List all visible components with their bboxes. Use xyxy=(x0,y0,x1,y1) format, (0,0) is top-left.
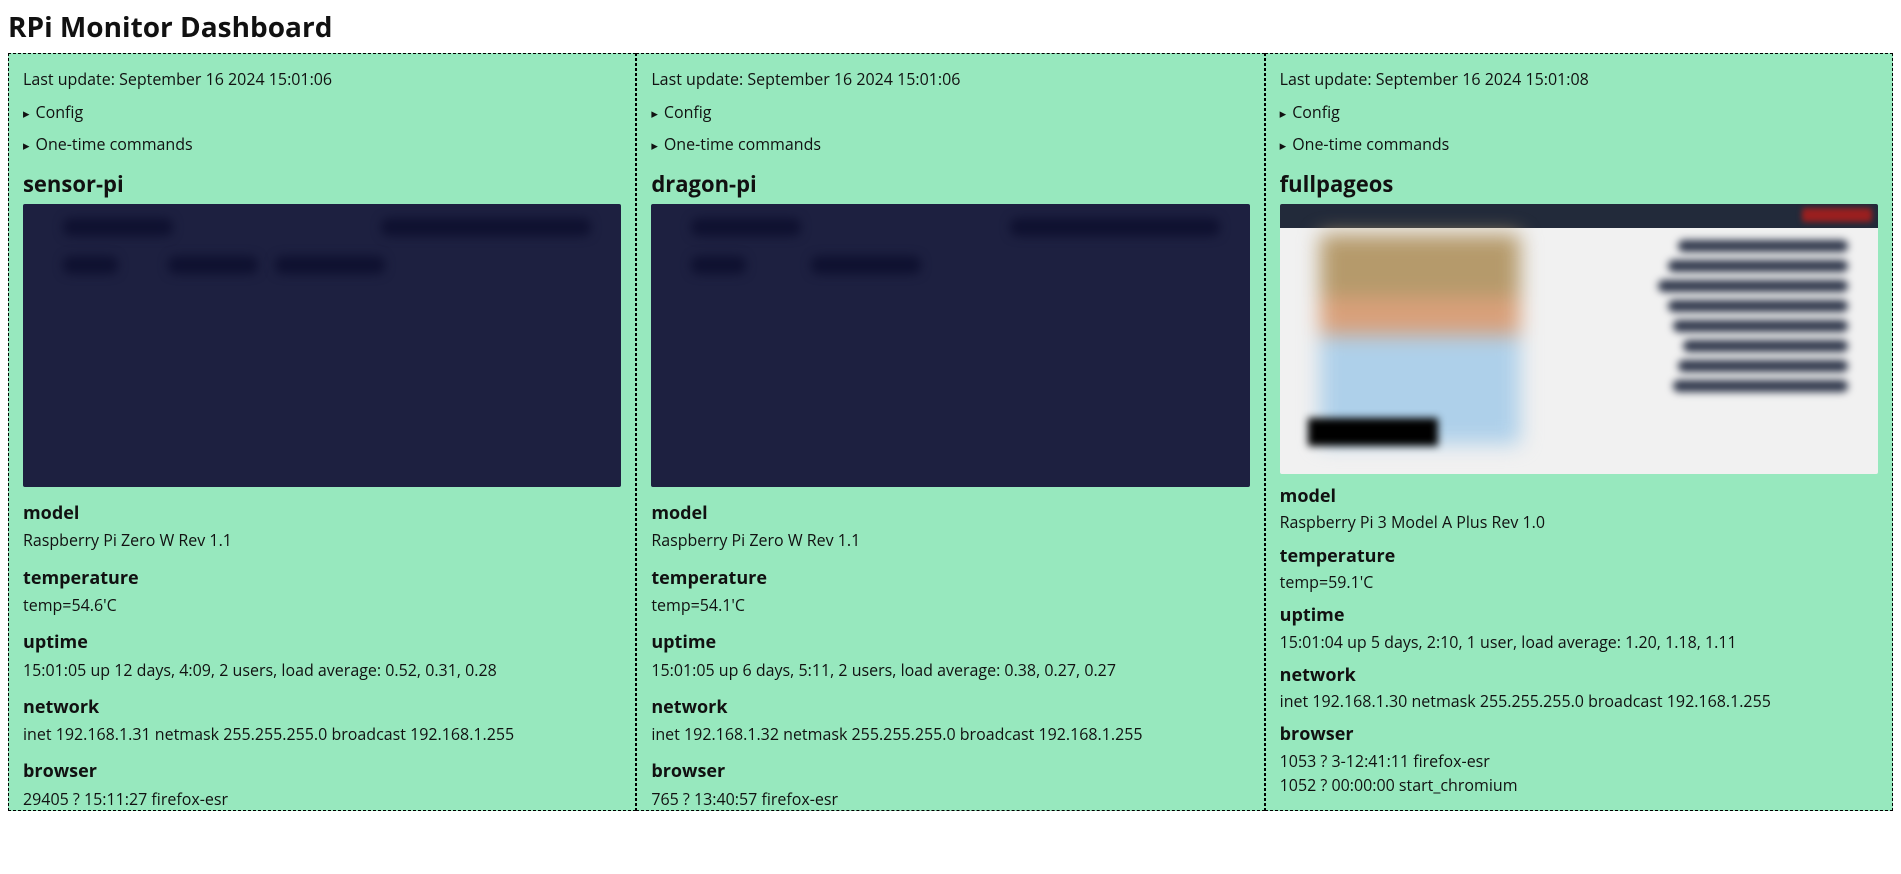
device-name: dragon-pi xyxy=(651,169,1249,200)
last-update-value: September 16 2024 15:01:06 xyxy=(119,68,332,90)
device-name: fullpageos xyxy=(1280,169,1878,200)
network-value: inet 192.168.1.32 netmask 255.255.255.0 … xyxy=(651,723,1249,745)
browser-label: browser xyxy=(23,759,621,784)
browser-value: 1053 ? 3-12:41:11 firefox-esr xyxy=(1280,750,1878,772)
temperature-value: temp=54.6'C xyxy=(23,594,621,616)
config-toggle[interactable]: Config xyxy=(23,97,621,127)
browser-value: 29405 ? 15:11:27 firefox-esr xyxy=(23,788,621,810)
last-update-prefix: Last update: xyxy=(1280,68,1376,90)
one-time-commands-summary[interactable]: One-time commands xyxy=(23,129,621,159)
config-toggle[interactable]: Config xyxy=(651,97,1249,127)
temperature-label: temperature xyxy=(23,566,621,591)
model-value: Raspberry Pi Zero W Rev 1.1 xyxy=(23,529,621,551)
one-time-commands-summary[interactable]: One-time commands xyxy=(1280,129,1878,159)
model-value: Raspberry Pi 3 Model A Plus Rev 1.0 xyxy=(1280,511,1878,533)
uptime-label: uptime xyxy=(651,630,1249,655)
config-summary[interactable]: Config xyxy=(23,97,621,127)
browser-value: 765 ? 13:40:57 firefox-esr xyxy=(651,788,1249,810)
device-card-dragon-pi: Last update: September 16 2024 15:01:06 … xyxy=(636,53,1264,811)
browser-value-2: 1052 ? 00:00:00 start_chromium xyxy=(1280,774,1878,796)
device-screenshot xyxy=(1280,204,1878,474)
config-summary[interactable]: Config xyxy=(651,97,1249,127)
temperature-value: temp=54.1'C xyxy=(651,594,1249,616)
device-card-fullpageos: Last update: September 16 2024 15:01:08 … xyxy=(1265,53,1893,811)
config-summary[interactable]: Config xyxy=(1280,97,1878,127)
one-time-commands-toggle[interactable]: One-time commands xyxy=(651,129,1249,159)
temperature-label: temperature xyxy=(651,566,1249,591)
model-label: model xyxy=(23,501,621,526)
last-update-prefix: Last update: xyxy=(651,68,747,90)
uptime-value: 15:01:05 up 6 days, 5:11, 2 users, load … xyxy=(651,659,1249,681)
network-label: network xyxy=(1280,663,1878,688)
model-value: Raspberry Pi Zero W Rev 1.1 xyxy=(651,529,1249,551)
last-update: Last update: September 16 2024 15:01:08 xyxy=(1280,68,1878,90)
network-value: inet 192.168.1.30 netmask 255.255.255.0 … xyxy=(1280,690,1878,712)
config-toggle[interactable]: Config xyxy=(1280,97,1878,127)
browser-label: browser xyxy=(1280,722,1878,747)
last-update-prefix: Last update: xyxy=(23,68,119,90)
one-time-commands-summary[interactable]: One-time commands xyxy=(651,129,1249,159)
device-name: sensor-pi xyxy=(23,169,621,200)
model-label: model xyxy=(651,501,1249,526)
network-label: network xyxy=(651,695,1249,720)
uptime-value: 15:01:04 up 5 days, 2:10, 1 user, load a… xyxy=(1280,631,1878,653)
one-time-commands-toggle[interactable]: One-time commands xyxy=(1280,129,1878,159)
browser-label: browser xyxy=(651,759,1249,784)
last-update-value: September 16 2024 15:01:08 xyxy=(1376,68,1589,90)
page-title: RPi Monitor Dashboard xyxy=(8,8,1893,47)
device-screenshot xyxy=(651,204,1249,487)
uptime-value: 15:01:05 up 12 days, 4:09, 2 users, load… xyxy=(23,659,621,681)
uptime-label: uptime xyxy=(23,630,621,655)
model-label: model xyxy=(1280,484,1878,509)
last-update: Last update: September 16 2024 15:01:06 xyxy=(23,68,621,90)
network-label: network xyxy=(23,695,621,720)
last-update: Last update: September 16 2024 15:01:06 xyxy=(651,68,1249,90)
network-value: inet 192.168.1.31 netmask 255.255.255.0 … xyxy=(23,723,621,745)
device-screenshot xyxy=(23,204,621,487)
temperature-value: temp=59.1'C xyxy=(1280,571,1878,593)
device-cards-grid: Last update: September 16 2024 15:01:06 … xyxy=(8,53,1893,811)
device-card-sensor-pi: Last update: September 16 2024 15:01:06 … xyxy=(8,53,636,811)
temperature-label: temperature xyxy=(1280,544,1878,569)
uptime-label: uptime xyxy=(1280,603,1878,628)
last-update-value: September 16 2024 15:01:06 xyxy=(747,68,960,90)
one-time-commands-toggle[interactable]: One-time commands xyxy=(23,129,621,159)
